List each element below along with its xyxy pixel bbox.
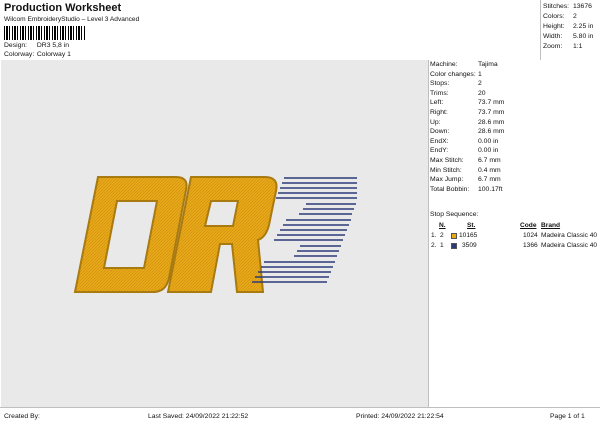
stop-sequence-row: 1. 2 10165 1024 Madeira Classic 40 bbox=[431, 232, 598, 239]
stop-sequence-title: Stop Sequence: bbox=[430, 211, 479, 218]
colorway-label: Colorway: bbox=[4, 51, 35, 58]
footer-bar: Created By: Last Saved: 24/09/2022 21:22… bbox=[0, 407, 600, 425]
info-row: EndY: 0.00 in bbox=[430, 147, 499, 155]
stop-sequence-header: N. St. Code Brand bbox=[430, 222, 600, 231]
page-title: Production Worksheet bbox=[4, 2, 122, 14]
last-saved: Last Saved: 24/09/2022 21:22:52 bbox=[148, 413, 249, 420]
stat-row: Stitches: 13676 bbox=[543, 3, 592, 10]
stats-divider bbox=[540, 0, 541, 60]
info-row: Color changes: 1 bbox=[430, 70, 482, 78]
info-row: Down: 28.6 mm bbox=[430, 128, 505, 136]
col-n: N. bbox=[439, 222, 446, 229]
software-subtitle: Wilcom EmbroideryStudio – Level 3 Advanc… bbox=[4, 16, 140, 23]
thread-color-swatch bbox=[451, 233, 457, 239]
stat-row: Zoom: 1:1 bbox=[543, 43, 583, 50]
design-value: DR3 5,8 in bbox=[36, 42, 70, 49]
design-preview-canvas bbox=[1, 60, 429, 407]
colorway-row: Colorway: Colorway 1 bbox=[4, 51, 71, 58]
thread-color-swatch bbox=[451, 243, 457, 249]
info-row: Total Bobbin: 100.17ft bbox=[430, 185, 503, 193]
barcode bbox=[4, 26, 86, 40]
design-artwork bbox=[73, 176, 357, 293]
col-st: St. bbox=[467, 222, 476, 229]
col-brand: Brand bbox=[541, 222, 561, 229]
created-by: Created By: bbox=[4, 413, 40, 420]
dr-letters-graphic bbox=[73, 176, 278, 293]
design-row: Design: DR3 5,8 in bbox=[4, 42, 69, 49]
stats-panel: Stitches: 13676 Colors: 2 Height: 2.25 in W… bbox=[543, 2, 600, 52]
design-label: Design: bbox=[4, 42, 28, 49]
info-row: Max Stitch: 6.7 mm bbox=[430, 156, 501, 164]
printed-date: Printed: 24/09/2022 21:22:54 bbox=[356, 413, 444, 420]
stat-row: Colors: 2 bbox=[543, 13, 577, 20]
info-row: Max Jump: 6.7 mm bbox=[430, 176, 501, 184]
info-row: Right: 73.7 mm bbox=[430, 108, 505, 116]
info-row: Machine: Tajima bbox=[430, 61, 498, 68]
info-row: Left: 73.7 mm bbox=[430, 99, 505, 107]
col-code: Code bbox=[520, 222, 537, 229]
info-row: EndX: 0.00 in bbox=[430, 137, 499, 145]
stat-row: Width: 5.80 in bbox=[543, 33, 594, 40]
stop-sequence-row: 2. 1 3509 1366 Madeira Classic 40 bbox=[431, 242, 598, 249]
info-row: Up: 28.6 mm bbox=[430, 118, 505, 126]
info-row: Stops: 2 bbox=[430, 80, 482, 88]
info-row: Min Stitch: 0.4 mm bbox=[430, 166, 501, 174]
colorway-value: Colorway 1 bbox=[36, 51, 71, 58]
info-row: Trims: 20 bbox=[430, 89, 486, 97]
page-number: Page 1 of 1 bbox=[550, 413, 585, 420]
machine-info-panel: Machine: Tajima Color changes: 1 Stops: 2 T… bbox=[430, 60, 600, 194]
stat-row: Height: 2.25 in bbox=[543, 23, 594, 30]
